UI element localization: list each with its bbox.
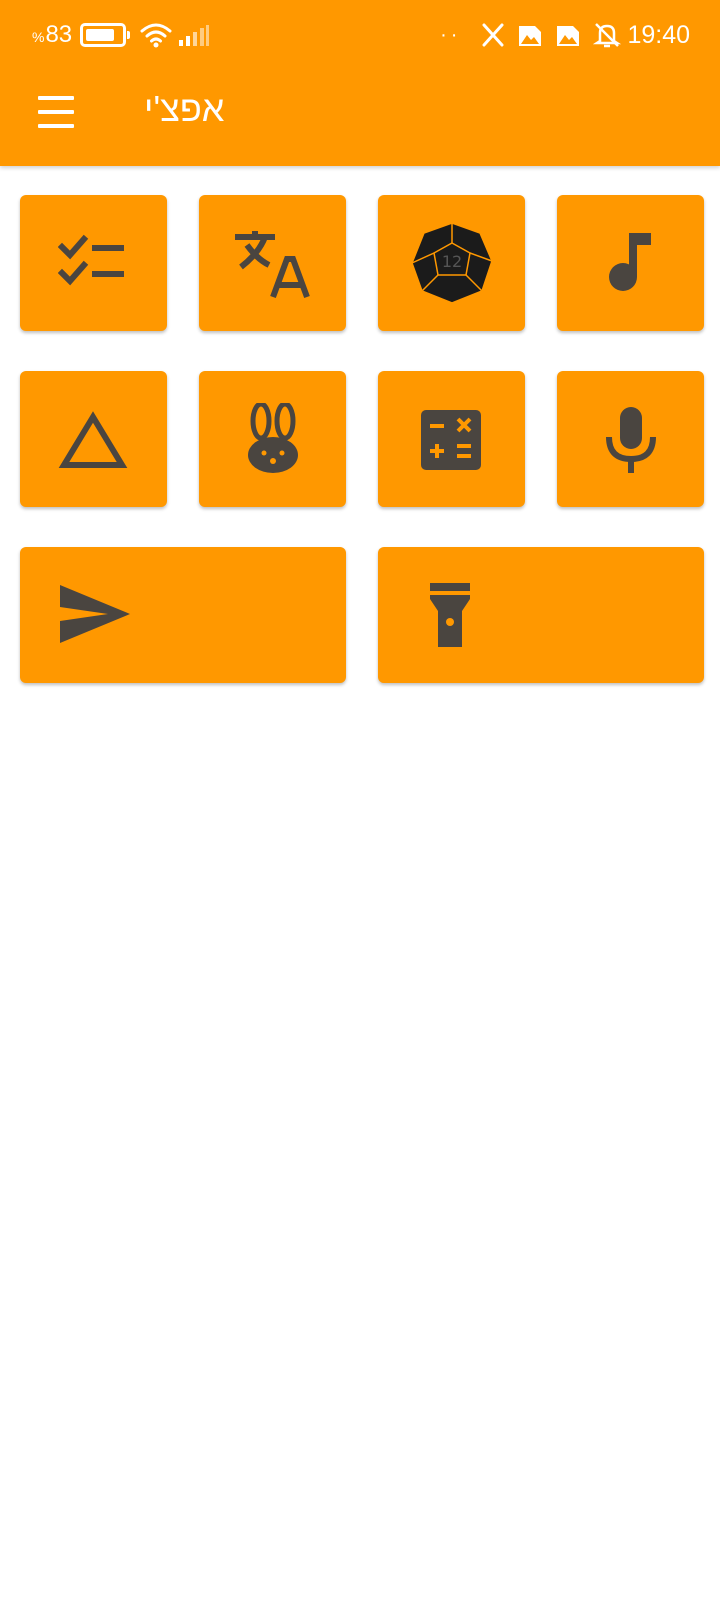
microphone-tile[interactable] <box>557 371 704 507</box>
rabbit-tile[interactable] <box>199 371 346 507</box>
app-bar: % 83 ·· 19:40 אפצ'י <box>0 0 720 166</box>
calculator-tile[interactable] <box>378 371 525 507</box>
flashlight-icon <box>430 583 470 647</box>
x-logo-icon <box>482 23 504 47</box>
hamburger-menu-icon[interactable] <box>30 88 82 136</box>
send-icon <box>60 585 130 643</box>
rabbit-icon <box>248 403 298 473</box>
battery-icon <box>80 23 131 47</box>
gallery-notification-icon <box>519 26 542 46</box>
calculator-icon <box>421 410 481 470</box>
signal-icon <box>179 25 210 46</box>
dice-tile[interactable]: 12 <box>378 195 525 331</box>
page-title: אפצ'י <box>144 88 225 129</box>
wifi-icon <box>140 23 172 48</box>
microphone-icon <box>606 407 656 473</box>
music-tile[interactable] <box>557 195 704 331</box>
battery-percent: % 83 <box>32 21 73 48</box>
checklist-icon <box>58 234 124 286</box>
status-bar: % 83 ·· 19:40 <box>0 0 720 70</box>
notification-dots: ·· <box>440 23 462 46</box>
triangle-icon <box>58 411 128 468</box>
translate-icon <box>235 231 310 299</box>
triangle-tile[interactable] <box>20 371 167 507</box>
clock: 19:40 <box>627 20 690 49</box>
send-tile[interactable] <box>20 547 346 683</box>
flashlight-tile[interactable] <box>378 547 704 683</box>
checklist-tile[interactable] <box>20 195 167 331</box>
dice-number: 12 <box>442 252 462 271</box>
d12-dice-icon: 12 <box>411 222 493 304</box>
gallery-notification-icon-2 <box>557 26 580 46</box>
music-note-icon <box>609 233 651 291</box>
mute-bell-icon <box>593 23 622 48</box>
translate-tile[interactable] <box>199 195 346 331</box>
